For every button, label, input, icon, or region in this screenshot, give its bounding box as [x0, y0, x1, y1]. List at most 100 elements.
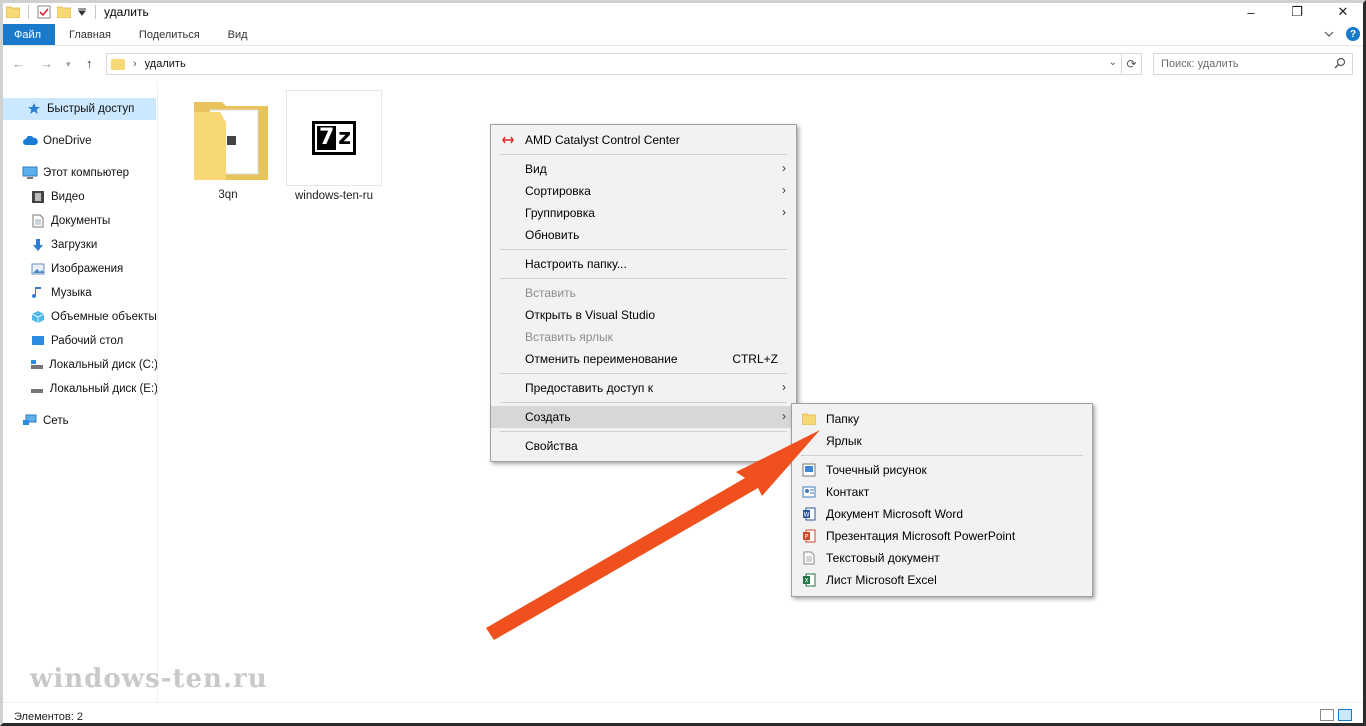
- sidebar-item-downloads[interactable]: Загрузки: [0, 234, 157, 256]
- tab-view[interactable]: Вид: [214, 24, 262, 45]
- view-toggle: [1320, 709, 1352, 721]
- maximize-button[interactable]: ❐: [1274, 0, 1320, 24]
- sidebar-item-local-disk-c[interactable]: Локальный диск (C:): [0, 354, 157, 376]
- svg-text:P: P: [805, 534, 809, 541]
- menu-item-label: Открыть в Visual Studio: [525, 308, 655, 322]
- menu-item-undo-rename[interactable]: Отменить переименование CTRL+Z: [491, 348, 796, 370]
- help-button[interactable]: ?: [1346, 27, 1360, 41]
- menu-item-label: Текстовый документ: [826, 551, 940, 565]
- menu-item-label: Группировка: [525, 206, 595, 220]
- recent-locations-chevron-icon[interactable]: ▾: [66, 59, 71, 70]
- menu-separator: [500, 373, 787, 374]
- menu-item-label: Точечный рисунок: [826, 463, 927, 477]
- menu-item-new-bitmap[interactable]: Точечный рисунок: [792, 459, 1092, 481]
- sidebar-item-label: Изображения: [51, 263, 124, 275]
- sidebar-item-label: Этот компьютер: [43, 167, 129, 179]
- context-menu: AMD Catalyst Control Center Вид › Сортиро…: [490, 124, 797, 462]
- desktop-icon: [30, 334, 46, 348]
- status-bar: Элементов: 2: [0, 702, 1366, 726]
- details-view-button[interactable]: [1320, 709, 1334, 721]
- video-icon: [30, 190, 46, 204]
- menu-item-new-text[interactable]: Текстовый документ: [792, 547, 1092, 569]
- sidebar-item-images[interactable]: Изображения: [0, 258, 157, 280]
- menu-item-paste-shortcut[interactable]: Вставить ярлык: [491, 326, 796, 348]
- title-bar: удалить – ❐ ✕: [0, 0, 1366, 24]
- submenu-arrow-icon: ›: [782, 205, 786, 219]
- menu-item-sort[interactable]: Сортировка ›: [491, 180, 796, 202]
- sidebar-item-onedrive[interactable]: OneDrive: [0, 130, 157, 152]
- expand-ribbon-icon[interactable]: [1324, 30, 1334, 38]
- menu-item-open-visual-studio[interactable]: Открыть в Visual Studio: [491, 304, 796, 326]
- tab-share[interactable]: Поделиться: [125, 24, 214, 45]
- menu-item-group[interactable]: Группировка ›: [491, 202, 796, 224]
- folder-icon: [194, 102, 268, 180]
- download-icon: [30, 238, 46, 252]
- search-icon[interactable]: [1334, 57, 1346, 69]
- text-document-icon: [801, 550, 817, 566]
- menu-item-paste[interactable]: Вставить: [491, 282, 796, 304]
- sidebar-item-quick-access[interactable]: Быстрый доступ: [0, 98, 156, 120]
- tab-file[interactable]: Файл: [0, 24, 56, 45]
- sidebar-item-label: Локальный диск (E:): [49, 383, 158, 395]
- forward-arrow-icon[interactable]: →: [40, 56, 53, 71]
- menu-item-label: Вставить ярлык: [525, 330, 613, 344]
- address-bar[interactable]: › удалить ⌄ ⟳: [106, 53, 1142, 75]
- network-icon: [22, 414, 38, 428]
- music-icon: [30, 286, 46, 300]
- search-input[interactable]: [1161, 58, 1331, 70]
- close-button[interactable]: ✕: [1320, 0, 1366, 24]
- archive-thumbnail: 7z: [286, 90, 382, 186]
- tab-home[interactable]: Главная: [55, 24, 125, 45]
- menu-item-label: Предоставить доступ к: [525, 381, 653, 395]
- menu-item-label: Контакт: [826, 485, 870, 499]
- new-submenu: Папку Ярлык Точечный рисунок Контакт W Д…: [791, 403, 1093, 597]
- menu-item-new-excel[interactable]: X Лист Microsoft Excel: [792, 569, 1092, 591]
- toolbar-divider: [28, 5, 29, 19]
- menu-item-new-folder[interactable]: Папку: [792, 408, 1092, 430]
- back-arrow-icon[interactable]: ←: [12, 56, 25, 71]
- sidebar-item-3d-objects[interactable]: Объемные объекты: [0, 306, 157, 328]
- quick-access-toolbar: [0, 0, 98, 24]
- new-folder-icon[interactable]: [57, 6, 71, 18]
- sidebar-item-label: OneDrive: [43, 135, 92, 147]
- minimize-button[interactable]: –: [1228, 0, 1274, 24]
- sidebar-item-documents[interactable]: Документы: [0, 210, 157, 232]
- menu-separator: [500, 154, 787, 155]
- sidebar-item-network[interactable]: Сеть: [0, 410, 157, 432]
- menu-item-share-with[interactable]: Предоставить доступ к ›: [491, 377, 796, 399]
- submenu-arrow-icon: ›: [782, 161, 786, 175]
- sidebar-item-desktop[interactable]: Рабочий стол: [0, 330, 157, 352]
- menu-item-new-word[interactable]: W Документ Microsoft Word: [792, 503, 1092, 525]
- properties-icon[interactable]: [37, 5, 51, 19]
- sidebar-item-label: Загрузки: [51, 239, 98, 251]
- svg-text:W: W: [804, 512, 810, 519]
- menu-item-properties[interactable]: Свойства: [491, 435, 796, 457]
- menu-item-new-powerpoint[interactable]: P Презентация Microsoft PowerPoint: [792, 525, 1092, 547]
- menu-separator: [500, 431, 787, 432]
- menu-item-view[interactable]: Вид ›: [491, 158, 796, 180]
- chevron-down-icon[interactable]: [77, 7, 87, 17]
- menu-item-new-contact[interactable]: Контакт: [792, 481, 1092, 503]
- large-icons-view-button[interactable]: [1338, 709, 1352, 721]
- refresh-icon[interactable]: ⟳: [1121, 54, 1141, 74]
- breadcrumb-chevron-icon[interactable]: ›: [133, 58, 137, 70]
- sidebar-item-label: Рабочий стол: [51, 335, 124, 347]
- sidebar-item-local-disk-e[interactable]: Локальный диск (E:): [0, 378, 158, 400]
- menu-item-amd-catalyst[interactable]: AMD Catalyst Control Center: [491, 129, 796, 151]
- powerpoint-icon: P: [801, 528, 817, 544]
- menu-item-refresh[interactable]: Обновить: [491, 224, 796, 246]
- menu-item-label: Документ Microsoft Word: [826, 507, 964, 521]
- sidebar-item-this-pc[interactable]: Этот компьютер: [0, 162, 157, 184]
- menu-item-new[interactable]: Создать ›: [491, 406, 796, 428]
- file-item-folder[interactable]: 3qn: [180, 96, 276, 201]
- up-arrow-icon[interactable]: ↑: [86, 56, 93, 71]
- menu-item-new-shortcut[interactable]: Ярлык: [792, 430, 1092, 452]
- images-icon: [30, 262, 46, 276]
- menu-item-customize-folder[interactable]: Настроить папку...: [491, 253, 796, 275]
- sidebar-item-music[interactable]: Музыка: [0, 282, 157, 304]
- file-item-archive[interactable]: 7z windows-ten-ru: [286, 90, 382, 202]
- sidebar-item-video[interactable]: Видео: [0, 186, 157, 208]
- address-dropdown-icon[interactable]: ⌄: [1109, 57, 1117, 68]
- search-box[interactable]: [1153, 53, 1353, 75]
- breadcrumb-current[interactable]: удалить: [145, 58, 186, 70]
